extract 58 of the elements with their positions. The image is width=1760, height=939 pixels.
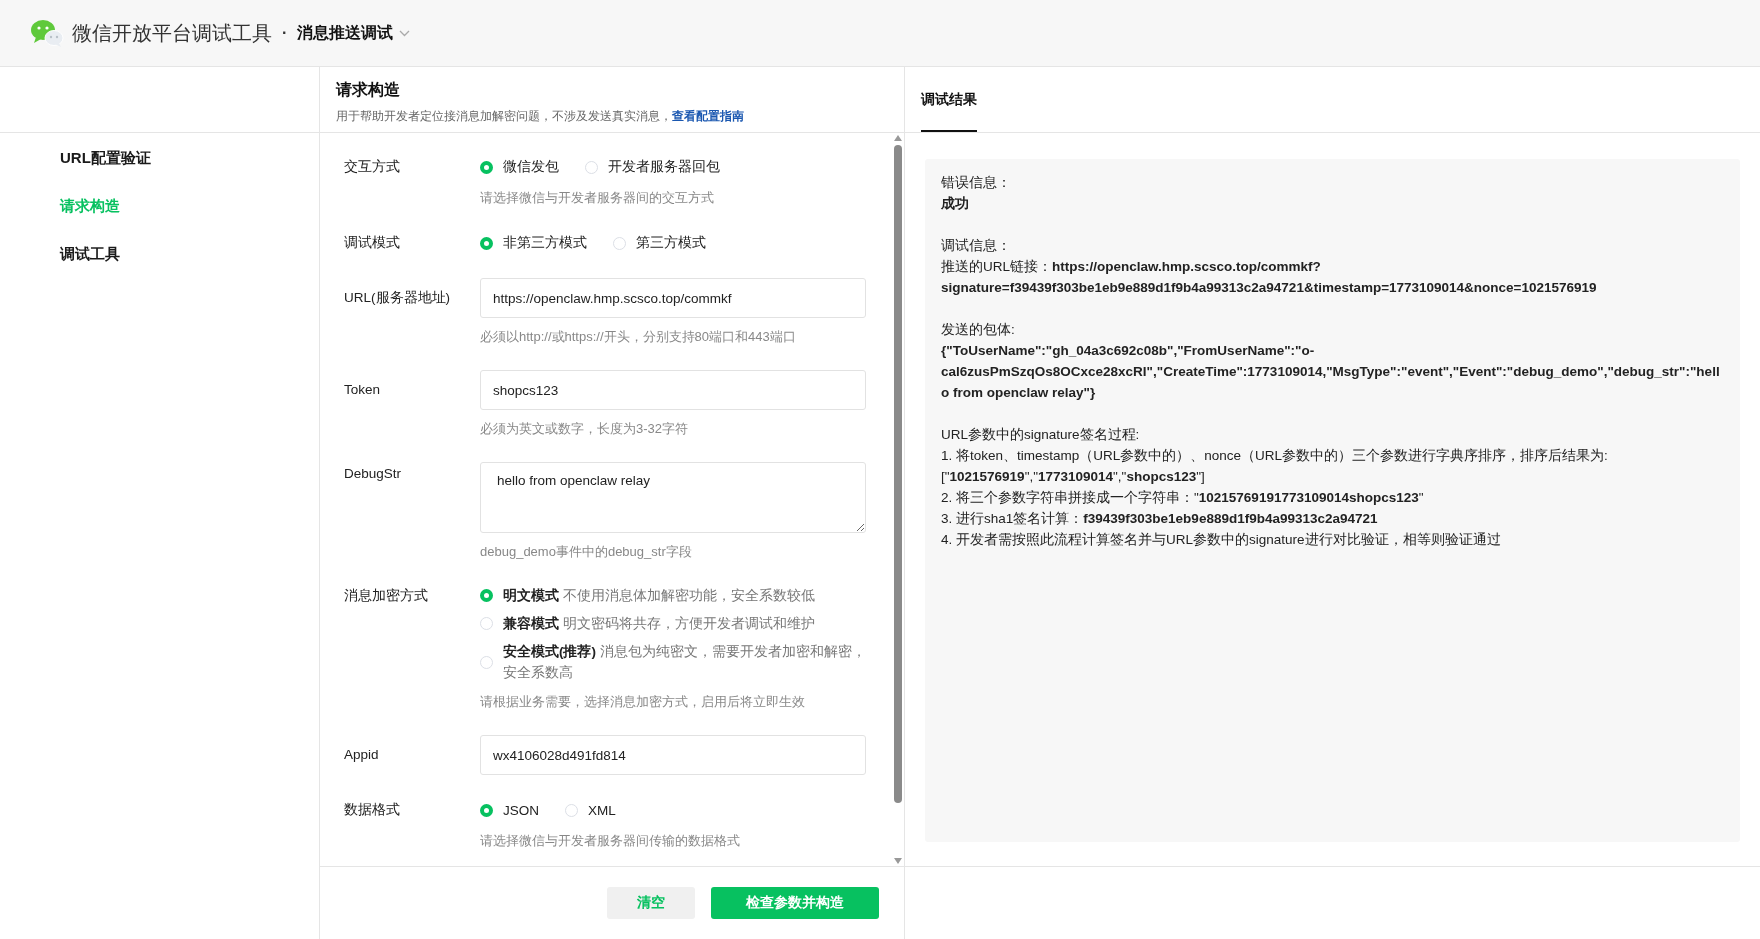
radio-option[interactable]: 兼容模式 明文密码将共存，方便开发者调试和维护 xyxy=(480,613,866,634)
result-tab[interactable]: 调试结果 xyxy=(921,67,977,132)
separator-dot: · xyxy=(282,24,288,42)
result-line: 2. 将三个参数字符串拼接成一个字符串："10215769191773109014shopcs123" xyxy=(941,489,1425,507)
result-line: 错误信息： xyxy=(941,174,1012,192)
radio-option[interactable]: XML xyxy=(565,802,616,818)
page-title-dropdown[interactable]: 消息推送调试 xyxy=(297,22,411,44)
text-area[interactable]: hello from openclaw relay xyxy=(480,462,866,533)
result-line: 调试信息： xyxy=(941,237,1012,255)
chat-bubbles-logo xyxy=(30,19,64,47)
sidebar-item[interactable]: 调试工具 xyxy=(60,243,319,265)
field-label: URL(服务器地址) xyxy=(344,289,451,307)
text-field[interactable]: shopcs123 xyxy=(480,370,866,410)
result-line: 4. 开发者需按照此流程计算签名并与URL参数中的signature进行对比验证，相等则验证通过 xyxy=(941,531,1502,549)
scrollbar[interactable] xyxy=(892,133,904,866)
radio-button[interactable] xyxy=(480,803,493,817)
radio-option[interactable]: 微信发包 xyxy=(480,158,559,176)
sidebar-item[interactable]: URL配置验证 xyxy=(60,147,319,169)
radio-button[interactable] xyxy=(480,160,493,174)
radio-option[interactable]: 第三方模式 xyxy=(613,234,706,252)
text-field[interactable]: wx4106028d491fd814 xyxy=(480,735,866,775)
field-hint: 请根据业务需要，选择消息加密方式，启用后将立即生效 xyxy=(480,693,806,711)
field-hint: 请选择微信与开发者服务器间传输的数据格式 xyxy=(480,832,741,850)
option-text: 明文模式 不使用消息体加解密功能，安全系数较低 xyxy=(503,587,815,605)
field-label: DebugStr xyxy=(344,465,403,483)
panel-subtitle: 用于帮助开发者定位接消息加解密问题，不涉及发送真实消息， xyxy=(336,109,672,122)
radio-option[interactable]: 非第三方模式 xyxy=(480,234,587,252)
result-line: {"ToUserName":"gh_04a3c692c08b","FromUserName":"o-cal6zusPmSzqOs8OCxce28xcRI","CreateTime":1773109014,"MsgType":"event","Event":"debug_demo","debug_str":"hello from openclaw relay"} xyxy=(941,342,1721,402)
result-line: 3. 进行sha1签名计算：f39439f303be1eb9e889d1f9b4a99313c2a94721 xyxy=(941,510,1379,528)
radio-option[interactable]: 明文模式 不使用消息体加解密功能，安全系数较低 xyxy=(480,585,866,606)
guide-link[interactable]: 查看配置指南 xyxy=(672,109,744,122)
field-label: 调试模式 xyxy=(344,234,401,252)
field-label: 消息加密方式 xyxy=(344,587,429,605)
field-hint: 请选择微信与开发者服务器间的交互方式 xyxy=(480,189,715,207)
field-label: Appid xyxy=(344,746,380,764)
scroll-down-icon[interactable] xyxy=(894,858,902,864)
field-hint: debug_demo事件中的debug_str字段 xyxy=(480,543,693,561)
result-line: 成功 xyxy=(941,195,970,213)
radio-option[interactable]: JSON xyxy=(480,802,539,818)
result-line: URL参数中的signature签名过程: xyxy=(941,426,1141,444)
panel-title: 请求构造 xyxy=(336,79,401,100)
result-line: 发送的包体: xyxy=(941,321,1016,339)
text-field[interactable]: https://openclaw.hmp.scsco.top/commkf xyxy=(480,278,866,318)
field-label: 交互方式 xyxy=(344,158,401,176)
radio-option[interactable]: 开发者服务器回包 xyxy=(585,158,720,176)
result-line: 推送的URL链接：https://openclaw.hmp.scsco.top/commkf?signature=f39439f303be1eb9e889d1f9b4a99313c2a94721&timestamp=1773109014&nonce=1021576919 xyxy=(941,258,1598,297)
scroll-up-icon[interactable] xyxy=(894,135,902,141)
field-label: Token xyxy=(344,381,382,399)
result-line: 1. 将token、timestamp（URL参数中的）、nonce（URL参数中的）三个参数进行字典序排序，排序后结果为: xyxy=(941,447,1609,465)
result-line: ["1021576919","1773109014","shopcs123"] xyxy=(941,468,1206,486)
option-text: 兼容模式 明文密码将共存，方便开发者调试和维护 xyxy=(503,615,815,633)
chevron-down-icon xyxy=(399,29,411,37)
field-hint: 必须为英文或数字，长度为3-32字符 xyxy=(480,420,690,438)
radio-button[interactable] xyxy=(480,589,493,602)
radio-button[interactable] xyxy=(480,236,493,250)
field-label: 数据格式 xyxy=(344,801,401,819)
field-hint: 必须以http://或https://开头，分别支持80端口和443端口 xyxy=(480,328,797,346)
app-title: 微信开放平台调试工具 xyxy=(72,20,272,46)
